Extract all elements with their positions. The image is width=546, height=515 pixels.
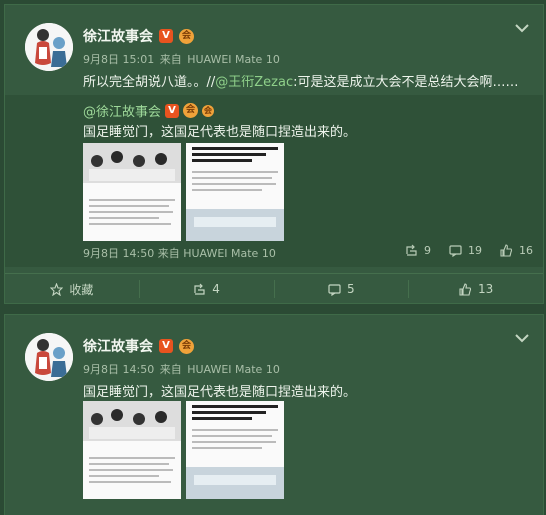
repost-comment-button[interactable]: 19	[449, 244, 482, 257]
device-source: HUAWEI Mate 10	[187, 363, 280, 376]
username-text[interactable]: 徐江故事会	[83, 336, 153, 356]
repost-time[interactable]: 9月8日 14:50	[83, 247, 154, 260]
chevron-down-icon[interactable]	[513, 19, 531, 33]
repost-repost-button[interactable]: 9	[405, 244, 431, 257]
like-count: 16	[519, 244, 533, 257]
post-text-suffix: :可是这是成立大会不是总结大会啊……	[293, 75, 519, 90]
post-text-prefix: 所以完全胡说八道。。//	[83, 75, 216, 90]
favorite-label: 收藏	[69, 282, 94, 297]
post-image-2[interactable]	[186, 401, 284, 499]
like-count: 13	[477, 282, 494, 296]
verified-badge: V	[159, 339, 173, 353]
comment-button[interactable]: 5	[275, 280, 410, 298]
like-button[interactable]: 13	[409, 280, 543, 298]
post-meta: 9月8日 15:01 来自 HUAWEI Mate 10	[83, 51, 282, 67]
repost-actions: 9 19 16	[405, 244, 533, 257]
source-prefix: 来自	[159, 363, 182, 376]
post-card: 徐江故事会 V 会 9月8日 14:50 来自 HUAWEI Mate 10 国…	[4, 314, 544, 515]
repost-username-text[interactable]: @徐江故事会	[83, 101, 161, 120]
source-prefix: 来自	[159, 53, 182, 66]
chevron-down-icon[interactable]	[513, 329, 531, 343]
repost-block: @徐江故事会 V 会 会 国足睡觉门，这国足代表也是随口捏造出来的。 9月8日 …	[5, 95, 543, 267]
username[interactable]: 徐江故事会 V 会	[83, 336, 194, 356]
repost-count: 9	[424, 244, 431, 257]
post-time[interactable]: 9月8日 14:50	[83, 363, 154, 376]
star-icon	[50, 282, 64, 296]
repost-image-1[interactable]	[83, 143, 181, 241]
device-source: HUAWEI Mate 10	[183, 247, 276, 260]
favorite-button[interactable]: 收藏	[5, 280, 140, 298]
member-badge: 会	[179, 338, 194, 354]
repost-username[interactable]: @徐江故事会 V 会 会	[83, 101, 215, 120]
comment-count: 5	[347, 282, 355, 296]
repost-text: 国足睡觉门，这国足代表也是随口捏造出来的。	[83, 125, 357, 140]
post-text: 所以完全胡说八道。。//@王衎Zezac:可是这是成立大会不是总结大会啊……	[83, 71, 519, 90]
username[interactable]: 徐江故事会 V 会	[83, 26, 194, 46]
comment-count: 19	[468, 244, 482, 257]
post-time[interactable]: 9月8日 15:01	[83, 53, 154, 66]
post-text: 国足睡觉门，这国足代表也是随口捏造出来的。	[83, 385, 357, 400]
avatar[interactable]	[25, 333, 73, 381]
repost-image-2[interactable]	[186, 143, 284, 241]
post-action-bar: 收藏 4 5 13	[5, 273, 543, 304]
device-source: HUAWEI Mate 10	[187, 53, 280, 66]
username-text[interactable]: 徐江故事会	[83, 26, 153, 46]
repost-like-button[interactable]: 16	[500, 244, 533, 257]
avatar[interactable]	[25, 23, 73, 71]
post-image-1[interactable]	[83, 401, 181, 499]
feed: 徐江故事会 V 会 9月8日 15:01 来自 HUAWEI Mate 10 所…	[0, 0, 546, 515]
verified-badge: V	[165, 103, 180, 118]
source-prefix: 来自	[157, 247, 180, 260]
member-badge: 会	[179, 28, 194, 44]
repost-icon	[194, 283, 205, 295]
repost-button[interactable]: 4	[140, 280, 275, 298]
repost-count: 4	[212, 282, 220, 296]
level-badge: 会	[202, 104, 215, 117]
comment-icon	[449, 245, 462, 257]
comment-icon	[328, 283, 341, 296]
post-meta: 9月8日 14:50 来自 HUAWEI Mate 10	[83, 361, 282, 377]
mention-link[interactable]: @王衎Zezac	[215, 75, 293, 90]
repost-icon	[406, 244, 417, 256]
member-badge: 会	[183, 103, 199, 118]
like-icon	[459, 282, 472, 296]
post-card: 徐江故事会 V 会 9月8日 15:01 来自 HUAWEI Mate 10 所…	[4, 4, 544, 304]
verified-badge: V	[159, 29, 173, 43]
repost-meta: 9月8日 14:50 来自 HUAWEI Mate 10	[83, 245, 276, 261]
like-icon	[500, 244, 513, 257]
